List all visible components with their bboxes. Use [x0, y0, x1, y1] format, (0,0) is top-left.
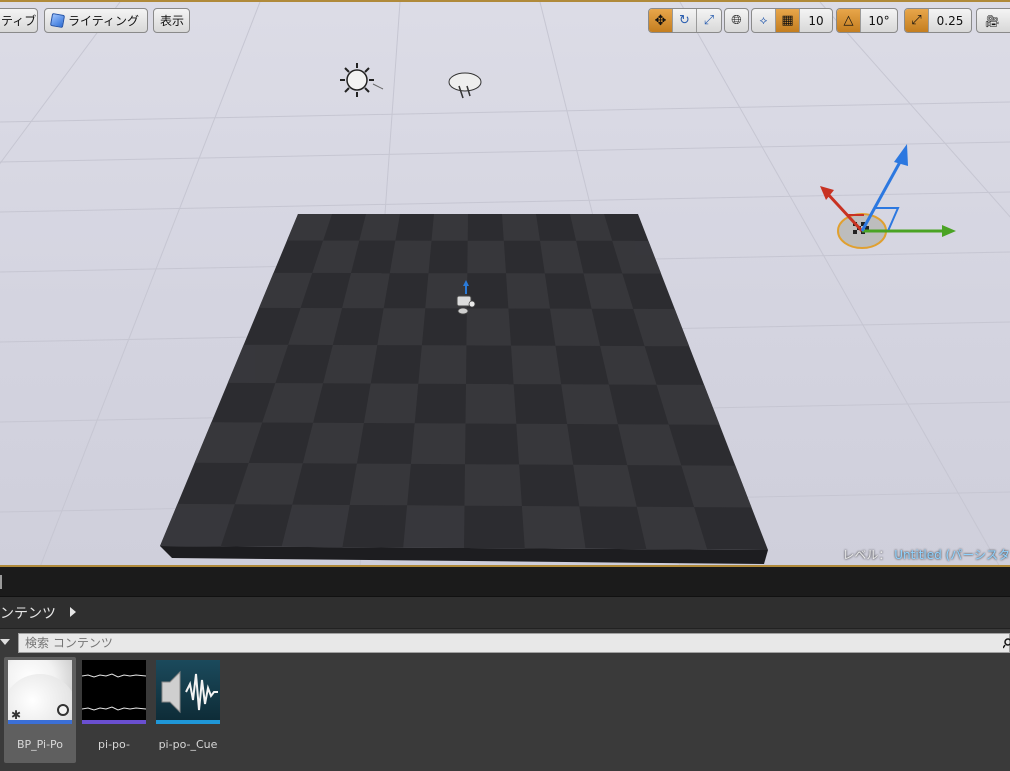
sphere-thumbnail-icon: ✱ — [8, 660, 72, 724]
chevron-right-icon[interactable] — [70, 607, 76, 617]
show-button[interactable]: 表示 — [153, 8, 190, 33]
filter-dropdown-icon[interactable] — [0, 638, 14, 648]
panel-tab-strip — [0, 567, 1010, 597]
floor-tile — [550, 308, 601, 346]
floor-tile — [573, 464, 637, 507]
floor-tile — [410, 423, 466, 465]
floor-tile — [389, 240, 432, 274]
lighting-mode-button[interactable]: ライティング — [44, 8, 148, 33]
lighting-label: ライティング — [68, 14, 140, 28]
grid-snap-dropdown[interactable]: 10 — [800, 9, 832, 32]
show-label: 表示 — [160, 14, 185, 28]
selected-actor-gizmo[interactable] — [820, 144, 956, 249]
content-browser-title[interactable]: ンテンツ — [0, 603, 56, 623]
grid-snap-value: 10 — [808, 13, 824, 28]
rotation-snap-dropdown[interactable]: 10° — [861, 9, 897, 32]
rotation-snap-toggle[interactable]: △ — [837, 9, 861, 32]
scale-snap-toggle[interactable]: ⤢ — [905, 9, 929, 32]
scale-snap-icon: ⤢ — [911, 13, 922, 28]
content-browser-header: ンテンツ — [0, 597, 1010, 629]
floor-mesh[interactable] — [160, 214, 768, 564]
directional-light-icon[interactable] — [340, 63, 384, 97]
floor-tile — [359, 214, 400, 241]
sky-atmosphere-icon[interactable] — [448, 72, 482, 99]
floor-tile — [506, 273, 550, 309]
move-arrows-icon: ✥ — [654, 12, 667, 29]
level-viewport[interactable]: ティブ ライティング 表示 ✥ ↻ ⤢ 🌐︎ ⟡ ▦ 10 △ 10° ⤢ 0.… — [0, 0, 1010, 567]
camera-icon: 🎥︎ — [984, 13, 1000, 28]
scale-mode-button[interactable]: ⤢ — [697, 9, 721, 32]
perspective-button[interactable]: ティブ — [0, 8, 38, 33]
rotate-icon: ↻ — [679, 13, 690, 28]
globe-icon: 🌐︎ — [731, 13, 742, 28]
asset-tile[interactable]: pi-po- — [78, 657, 150, 763]
floor-tile — [363, 383, 419, 424]
rotate-mode-button[interactable]: ↻ — [673, 9, 697, 32]
level-prefix: レベル： — [842, 548, 891, 562]
editor-window: ティブ ライティング 表示 ✥ ↻ ⤢ 🌐︎ ⟡ ▦ 10 △ 10° ⤢ 0.… — [0, 0, 1010, 771]
surface-snap-button[interactable]: ⟡ — [752, 9, 776, 32]
floor-tile — [516, 423, 574, 465]
grid-icon: ▦ — [781, 13, 794, 28]
floor-tile — [466, 308, 511, 346]
surface-snap-icon: ⟡ — [759, 13, 768, 27]
scale-snap-value: 0.25 — [936, 13, 964, 28]
grid-snap-toggle[interactable]: ▦ — [776, 9, 800, 32]
asset-type-bar — [156, 720, 220, 724]
actor-badge-icon — [57, 704, 69, 716]
camera-speed-group: 🎥︎ — [976, 8, 1010, 33]
asset-label: pi-po-_Cue — [158, 738, 218, 751]
floor-tile — [561, 384, 618, 425]
scale-snap-dropdown[interactable]: 0.25 — [929, 9, 971, 32]
cube-icon — [49, 12, 66, 29]
floor-tile — [540, 240, 584, 274]
floor-tile — [302, 422, 364, 464]
asset-label: pi-po- — [98, 738, 130, 751]
content-browser: ンテンツ ✱ BP_Pi-Po — [0, 597, 1010, 771]
grid-snap-group: ⟡ ▦ 10 — [751, 8, 833, 33]
asset-label: BP_Pi-Po — [16, 738, 64, 751]
sound-wave-thumbnail-icon — [82, 660, 146, 724]
asset-tile[interactable]: pi-po-_Cue — [152, 657, 224, 763]
rotation-snap-group: △ 10° — [836, 8, 898, 33]
translate-mode-button[interactable]: ✥ — [649, 9, 673, 32]
camera-speed-button[interactable]: 🎥︎ — [977, 9, 1007, 32]
floor-tile — [502, 214, 540, 241]
floor-tile — [521, 506, 586, 549]
scale-snap-group: ⤢ 0.25 — [904, 8, 972, 33]
sound-cue-thumbnail-icon — [156, 660, 220, 724]
floor-tile — [465, 383, 517, 424]
floor-tile — [431, 214, 468, 241]
floor-tile — [349, 463, 411, 506]
asset-type-bar — [82, 720, 146, 724]
floor-tile — [377, 308, 426, 346]
transform-mode-group: ✥ ↻ ⤢ — [648, 8, 722, 33]
viewport-scene — [0, 2, 1010, 565]
scale-icon: ⤢ — [703, 13, 715, 28]
floor-tile — [418, 345, 467, 384]
asset-tile[interactable]: ✱ BP_Pi-Po — [4, 657, 76, 763]
rotation-snap-value: 10° — [868, 13, 890, 28]
floor-tile — [511, 345, 562, 385]
floor-tile — [464, 464, 522, 506]
tab-divider — [0, 575, 2, 589]
coordinate-space-group: 🌐︎ — [724, 8, 749, 33]
content-search-input[interactable] — [18, 633, 1010, 653]
level-name: Untitled (パーシスタ — [894, 548, 1010, 562]
floor-tile — [281, 504, 350, 548]
search-icon[interactable] — [1003, 637, 1010, 649]
current-level-label: レベル： Untitled (パーシスタ — [842, 546, 1010, 563]
angle-icon: △ — [843, 13, 854, 28]
floor-tile — [467, 240, 506, 274]
perspective-label: ティブ — [1, 14, 37, 28]
asset-type-bar — [8, 720, 72, 724]
floor-tile — [403, 505, 465, 548]
world-space-button[interactable]: 🌐︎ — [725, 9, 748, 32]
